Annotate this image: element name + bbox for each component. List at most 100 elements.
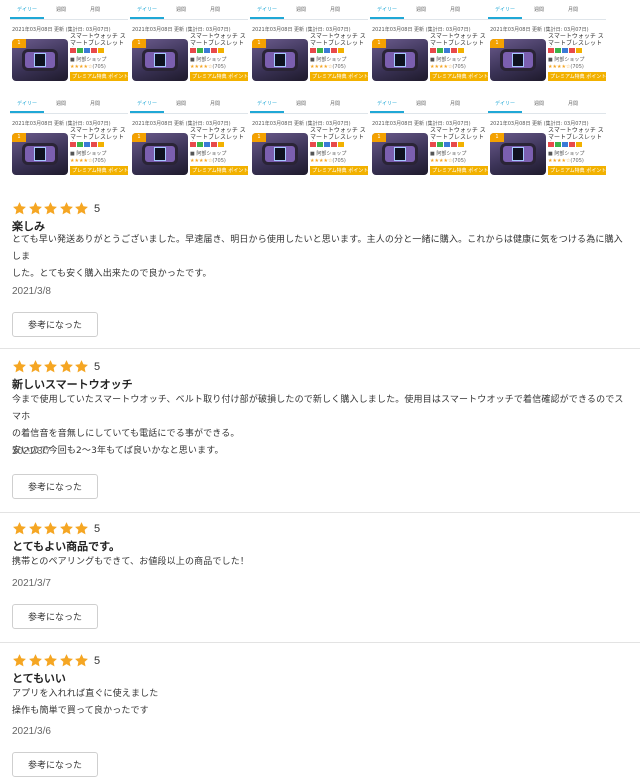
tab-daily[interactable]: デイリー: [370, 6, 404, 19]
ranking-widget[interactable]: デイリー 週間 月間 2021年03月08日 更新 (集計日: 03月07日) …: [370, 94, 488, 187]
product-name-link[interactable]: スマートウォッチ スマートブレスレット 血: [190, 127, 248, 141]
tab-daily[interactable]: デイリー: [370, 100, 404, 113]
ranking-widget[interactable]: デイリー 週間 月間 2021年03月08日 更新 (集計日: 03月07日) …: [10, 0, 128, 93]
review-body-line: とても早い発送ありがとうございました。早速届き、明日から使用したいと思います。主…: [12, 235, 623, 262]
product-name-link[interactable]: スマートウォッチ スマートブレスレット 血: [310, 33, 368, 47]
tab-weekly[interactable]: 週間: [44, 6, 78, 13]
tab-weekly[interactable]: 週間: [164, 100, 198, 107]
tab-monthly[interactable]: 月間: [318, 6, 352, 13]
product-name-link[interactable]: スマートウォッチ スマートブレスレット 血: [548, 33, 606, 47]
update-date: 2021年03月08日 更新 (集計日: 03月07日): [490, 27, 589, 33]
tab-monthly[interactable]: 月間: [198, 6, 232, 13]
product-thumbnail[interactable]: 1: [132, 39, 188, 81]
tab-weekly[interactable]: 週間: [404, 100, 438, 107]
helpful-button[interactable]: 参考になった: [12, 604, 98, 629]
tab-weekly[interactable]: 週間: [284, 6, 318, 13]
tab-monthly[interactable]: 月間: [78, 6, 112, 13]
badge-icon: [197, 142, 203, 147]
shop-name[interactable]: ■ 阿部ショップ: [548, 150, 606, 157]
tab-weekly[interactable]: 週間: [522, 6, 556, 13]
shop-name[interactable]: ■ 阿部ショップ: [548, 56, 606, 63]
helpful-button[interactable]: 参考になった: [12, 474, 98, 499]
product-name-link[interactable]: スマートウォッチ スマートブレスレット 血: [310, 127, 368, 141]
ranking-widget[interactable]: デイリー 週間 月間 2021年03月08日 更新 (集計日: 03月07日) …: [130, 94, 248, 187]
badge-icon: [548, 48, 554, 53]
badge-icon: [437, 142, 443, 147]
product-name-link[interactable]: スマートウォッチ スマートブレスレット 血: [430, 127, 488, 141]
tab-daily[interactable]: デイリー: [10, 100, 44, 113]
tab-daily[interactable]: デイリー: [130, 6, 164, 19]
shop-name[interactable]: ■ 阿部ショップ: [310, 150, 368, 157]
ranking-widget[interactable]: デイリー 週間 月間 2021年03月08日 更新 (集計日: 03月07日) …: [130, 0, 248, 93]
rating-stars: ★★★★☆: [190, 158, 213, 164]
shop-name[interactable]: ■ 阿部ショップ: [430, 56, 488, 63]
product-thumbnail[interactable]: 1: [490, 133, 546, 175]
tab-weekly[interactable]: 週間: [404, 6, 438, 13]
star-rating-icons: [12, 359, 90, 374]
ranking-widget[interactable]: デイリー 週間 月間 2021年03月08日 更新 (集計日: 03月07日) …: [250, 0, 368, 93]
review-body-line: アプリを入れれば直ぐに使えました: [12, 689, 159, 699]
tab-daily[interactable]: デイリー: [250, 6, 284, 19]
ranking-widget[interactable]: デイリー 週間 月間 2021年03月08日 更新 (集計日: 03月07日) …: [488, 0, 606, 93]
product-thumbnail[interactable]: 1: [252, 133, 308, 175]
tab-daily[interactable]: デイリー: [488, 6, 522, 19]
ranking-widget[interactable]: デイリー 週間 月間 2021年03月08日 更新 (集計日: 03月07日) …: [250, 94, 368, 187]
product-thumbnail[interactable]: 1: [12, 133, 68, 175]
ranking-tabs: デイリー 週間 月間: [488, 94, 606, 114]
badge-icon: [444, 48, 450, 53]
tab-monthly[interactable]: 月間: [78, 100, 112, 107]
ranking-tabs: デイリー 週間 月間: [250, 94, 368, 114]
tab-weekly[interactable]: 週間: [522, 100, 556, 107]
shop-name[interactable]: ■ 阿部ショップ: [70, 150, 128, 157]
tab-monthly[interactable]: 月間: [438, 6, 472, 13]
shop-name[interactable]: ■ 阿部ショップ: [190, 150, 248, 157]
tab-monthly[interactable]: 月間: [318, 100, 352, 107]
tab-daily[interactable]: デイリー: [488, 100, 522, 113]
tab-monthly[interactable]: 月間: [556, 6, 590, 13]
product-thumbnail[interactable]: 1: [372, 39, 428, 81]
ranking-tabs: デイリー 週間 月間: [370, 94, 488, 114]
helpful-button[interactable]: 参考になった: [12, 752, 98, 777]
badge-icon: [204, 142, 210, 147]
product-thumbnail[interactable]: 1: [372, 133, 428, 175]
shop-name[interactable]: ■ 阿部ショップ: [430, 150, 488, 157]
premium-banner: プレミアム特典 ポイント+1%: [430, 72, 488, 81]
rating-stars: ★★★★☆: [430, 64, 453, 70]
ranking-tabs: デイリー 週間 月間: [130, 94, 248, 114]
premium-banner: プレミアム特典 ポイント+1%: [310, 166, 368, 175]
review-body-line: の着信音を音無しにしていても電話にでる事ができる。: [12, 429, 240, 439]
ranking-widget[interactable]: デイリー 週間 月間 2021年03月08日 更新 (集計日: 03月07日) …: [488, 94, 606, 187]
star-icon: [28, 360, 42, 373]
product-name-link[interactable]: スマートウォッチ スマートブレスレット 血: [430, 33, 488, 47]
product-thumbnail[interactable]: 1: [12, 39, 68, 81]
shop-name-text: 阿部ショップ: [436, 57, 467, 63]
shop-name[interactable]: ■ 阿部ショップ: [310, 56, 368, 63]
rating-stars: ★★★★☆: [70, 64, 93, 70]
tab-weekly[interactable]: 週間: [44, 100, 78, 107]
shop-name[interactable]: ■ 阿部ショップ: [190, 56, 248, 63]
tab-weekly[interactable]: 週間: [164, 6, 198, 13]
tab-monthly[interactable]: 月間: [556, 100, 590, 107]
shop-name[interactable]: ■ 阿部ショップ: [70, 56, 128, 63]
product-name-link[interactable]: スマートウォッチ スマートブレスレット 血: [190, 33, 248, 47]
product-name-link[interactable]: スマートウォッチ スマートブレスレット 血: [70, 127, 128, 141]
review-date: 2021/3/8: [12, 286, 51, 297]
tab-daily[interactable]: デイリー: [130, 100, 164, 113]
badge-icon: [437, 48, 443, 53]
ranking-widget[interactable]: デイリー 週間 月間 2021年03月08日 更新 (集計日: 03月07日) …: [10, 94, 128, 187]
product-thumbnail[interactable]: 1: [252, 39, 308, 81]
star-icon: [28, 202, 42, 215]
tab-daily[interactable]: デイリー: [10, 6, 44, 19]
tab-monthly[interactable]: 月間: [198, 100, 232, 107]
ranking-widget[interactable]: デイリー 週間 月間 2021年03月08日 更新 (集計日: 03月07日) …: [370, 0, 488, 93]
tab-monthly[interactable]: 月間: [438, 100, 472, 107]
product-name-link[interactable]: スマートウォッチ スマートブレスレット 血: [548, 127, 606, 141]
badge-row: [70, 142, 128, 147]
product-thumbnail[interactable]: 1: [132, 133, 188, 175]
product-name-link[interactable]: スマートウォッチ スマートブレスレット 血: [70, 33, 128, 47]
product-thumbnail[interactable]: 1: [490, 39, 546, 81]
shop-icon: ■: [190, 57, 195, 63]
tab-weekly[interactable]: 週間: [284, 100, 318, 107]
helpful-button[interactable]: 参考になった: [12, 312, 98, 337]
tab-daily[interactable]: デイリー: [250, 100, 284, 113]
